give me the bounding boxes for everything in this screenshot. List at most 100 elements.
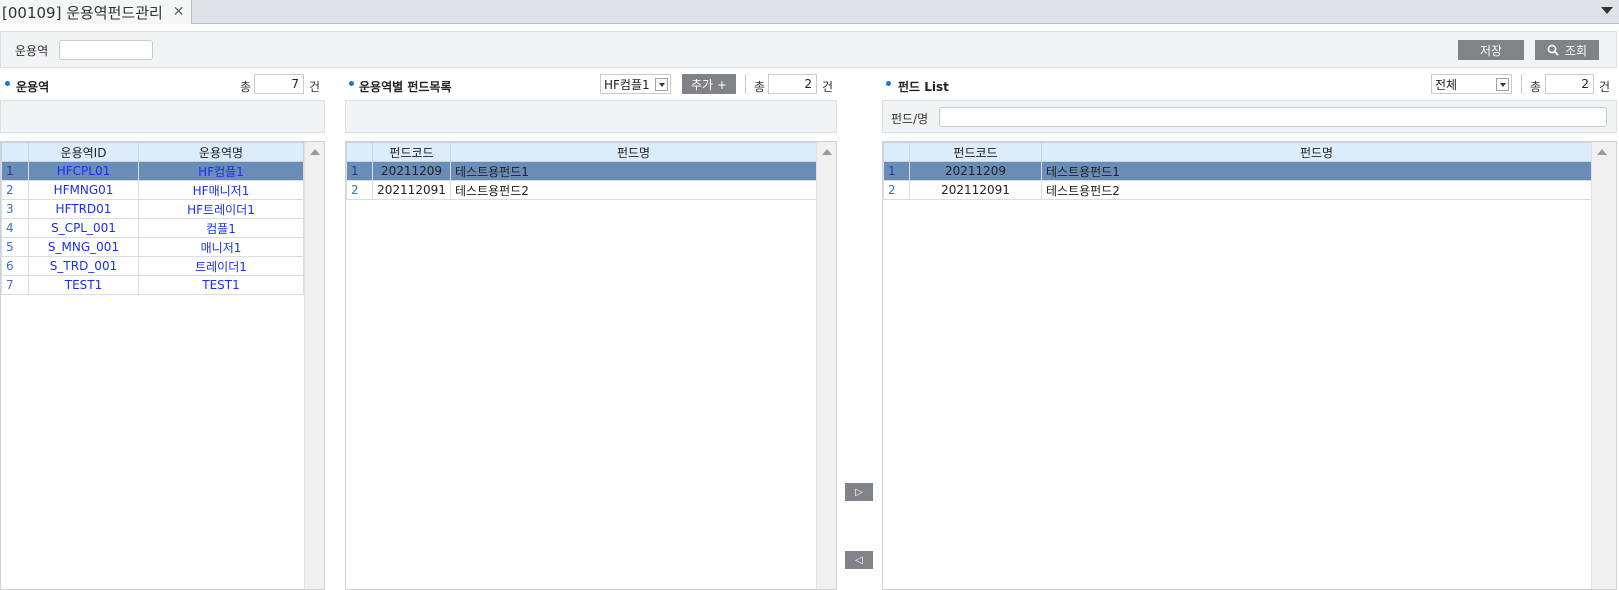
- row-number-header: [1, 142, 29, 162]
- manager-id-cell[interactable]: S_CPL_001: [28, 218, 139, 238]
- row-number: 1: [883, 161, 910, 181]
- divider: [1521, 74, 1522, 94]
- chevron-down-icon[interactable]: [1496, 78, 1509, 91]
- column-header[interactable]: 펀드코드: [372, 142, 451, 162]
- manager-name-cell[interactable]: TEST1: [138, 275, 304, 295]
- column-header[interactable]: 펀드명: [1041, 142, 1592, 162]
- row-number: 1: [346, 161, 373, 181]
- column-header[interactable]: 펀드코드: [909, 142, 1042, 162]
- manager-search-input[interactable]: [59, 40, 153, 60]
- tab-active[interactable]: [00109] 운용역펀드관리 ✕: [0, 0, 192, 24]
- save-button[interactable]: 저장: [1458, 40, 1524, 60]
- manager-id-cell[interactable]: HFTRD01: [28, 199, 139, 219]
- fund-name-cell[interactable]: 테스트용펀드1: [1041, 161, 1592, 181]
- fund-name-filter-label: 펀드/명: [891, 112, 929, 126]
- table-row[interactable]: 2 202112091 테스트용펀드2: [883, 180, 1592, 200]
- manager-id-cell[interactable]: HFCPL01: [28, 161, 139, 181]
- manager-name-cell[interactable]: HF컴플1: [138, 161, 304, 181]
- fund-name-cell[interactable]: 테스트용펀드2: [450, 180, 817, 200]
- manager-fund-table: 펀드코드 펀드명 1 20211209 테스트용펀드1 2 202112091 …: [346, 142, 817, 200]
- scroll-up-icon[interactable]: [822, 149, 832, 155]
- fund-code-cell[interactable]: 202112091: [372, 180, 451, 200]
- left-total-label: 총: [240, 80, 252, 94]
- move-left-button[interactable]: ◁: [845, 551, 873, 569]
- right-section-title: 펀드 List: [898, 80, 949, 94]
- fund-list-table: 펀드코드 펀드명 1 20211209 테스트용펀드1 2 202112091 …: [883, 142, 1592, 200]
- scroll-up-icon[interactable]: [1597, 149, 1607, 155]
- middle-section-title: 운용역별 펀드목록: [359, 80, 452, 94]
- table-row[interactable]: 2 202112091 테스트용펀드2: [346, 180, 817, 200]
- section-bullet: [349, 81, 354, 86]
- manager-name-cell[interactable]: 트레이더1: [138, 256, 304, 276]
- move-right-button[interactable]: ▷: [845, 483, 873, 501]
- right-unit-label: 건: [1599, 80, 1611, 94]
- query-button[interactable]: 조회: [1535, 40, 1599, 60]
- manager-name-cell[interactable]: HF매니저1: [138, 180, 304, 200]
- table-row[interactable]: 3 HFTRD01 HF트레이더1: [1, 199, 304, 219]
- table-header: 펀드코드 펀드명: [346, 142, 817, 162]
- row-number: 2: [346, 180, 373, 200]
- fund-name-filter-input[interactable]: [939, 107, 1607, 127]
- middle-filter-panel: [345, 100, 837, 133]
- fund-name-cell[interactable]: 테스트용펀드1: [450, 161, 817, 181]
- vertical-scrollbar[interactable]: [304, 142, 324, 589]
- left-unit-label: 건: [309, 80, 321, 94]
- manager-name-cell[interactable]: 컴플1: [138, 218, 304, 238]
- row-number: 3: [1, 199, 29, 219]
- fund-code-cell[interactable]: 20211209: [909, 161, 1042, 181]
- scroll-up-icon[interactable]: [310, 149, 320, 155]
- manager-id-cell[interactable]: S_TRD_001: [28, 256, 139, 276]
- table-row[interactable]: 7 TEST1 TEST1: [1, 275, 304, 295]
- fund-list-grid[interactable]: 펀드코드 펀드명 1 20211209 테스트용펀드1 2 202112091 …: [882, 141, 1617, 590]
- row-number-header: [346, 142, 373, 162]
- manager-table: 운용역ID 운용역명 1 HFCPL01 HF컴플1 2 HFMNG01 HF매…: [1, 142, 304, 295]
- table-row[interactable]: 6 S_TRD_001 트레이더1: [1, 256, 304, 276]
- add-button-label: 추가 +: [691, 77, 727, 92]
- table-row[interactable]: 5 S_MNG_001 매니저1: [1, 237, 304, 257]
- vertical-scrollbar[interactable]: [816, 142, 836, 589]
- table-row[interactable]: 4 S_CPL_001 컴플1: [1, 218, 304, 238]
- fund-name-cell[interactable]: 테스트용펀드2: [1041, 180, 1592, 200]
- row-number: 7: [1, 275, 29, 295]
- table-row[interactable]: 1 HFCPL01 HF컴플1: [1, 161, 304, 181]
- table-row[interactable]: 2 HFMNG01 HF매니저1: [1, 180, 304, 200]
- tab-title: [00109] 운용역펀드관리: [2, 3, 163, 22]
- column-header[interactable]: 운용역ID: [28, 142, 139, 162]
- chevron-down-icon[interactable]: [1601, 7, 1613, 14]
- row-number-header: [883, 142, 910, 162]
- tab-bar: [00109] 운용역펀드관리 ✕: [0, 0, 1619, 24]
- search-label: 운용역: [15, 44, 49, 58]
- column-header[interactable]: 운용역명: [138, 142, 304, 162]
- fund-filter-select[interactable]: 전체: [1431, 74, 1512, 94]
- left-count-field: 7: [254, 74, 304, 94]
- table-row[interactable]: 1 20211209 테스트용펀드1: [346, 161, 817, 181]
- add-button[interactable]: 추가 +: [682, 74, 736, 94]
- row-number: 1: [1, 161, 29, 181]
- close-icon[interactable]: ✕: [173, 4, 185, 20]
- fund-code-cell[interactable]: 202112091: [909, 180, 1042, 200]
- column-header[interactable]: 펀드명: [450, 142, 817, 162]
- play-right-icon: ▷: [855, 486, 863, 498]
- manager-name-cell[interactable]: 매니저1: [138, 237, 304, 257]
- query-button-label: 조회: [1564, 43, 1588, 58]
- fund-code-cell[interactable]: 20211209: [372, 161, 451, 181]
- row-number: 5: [1, 237, 29, 257]
- chevron-down-icon[interactable]: [655, 78, 668, 91]
- table-row[interactable]: 1 20211209 테스트용펀드1: [883, 161, 1592, 181]
- manager-name-cell[interactable]: HF트레이더1: [138, 199, 304, 219]
- manager-grid[interactable]: 운용역ID 운용역명 1 HFCPL01 HF컴플1 2 HFMNG01 HF매…: [0, 141, 325, 590]
- table-header: 펀드코드 펀드명: [883, 142, 1592, 162]
- manager-fund-grid[interactable]: 펀드코드 펀드명 1 20211209 테스트용펀드1 2 202112091 …: [345, 141, 837, 590]
- middle-count-field: 2: [768, 74, 817, 94]
- right-filter-panel: 펀드/명: [882, 100, 1617, 133]
- row-number: 4: [1, 218, 29, 238]
- row-number: 2: [883, 180, 910, 200]
- divider: [745, 74, 746, 94]
- manager-id-cell[interactable]: TEST1: [28, 275, 139, 295]
- manager-id-cell[interactable]: S_MNG_001: [28, 237, 139, 257]
- vertical-scrollbar[interactable]: [1591, 142, 1616, 589]
- manager-id-cell[interactable]: HFMNG01: [28, 180, 139, 200]
- fund-filter-select-value: 전체: [1435, 77, 1458, 92]
- search-bar: 운용역 저장 조회: [0, 31, 1617, 68]
- manager-select[interactable]: HF컴플1: [600, 74, 671, 94]
